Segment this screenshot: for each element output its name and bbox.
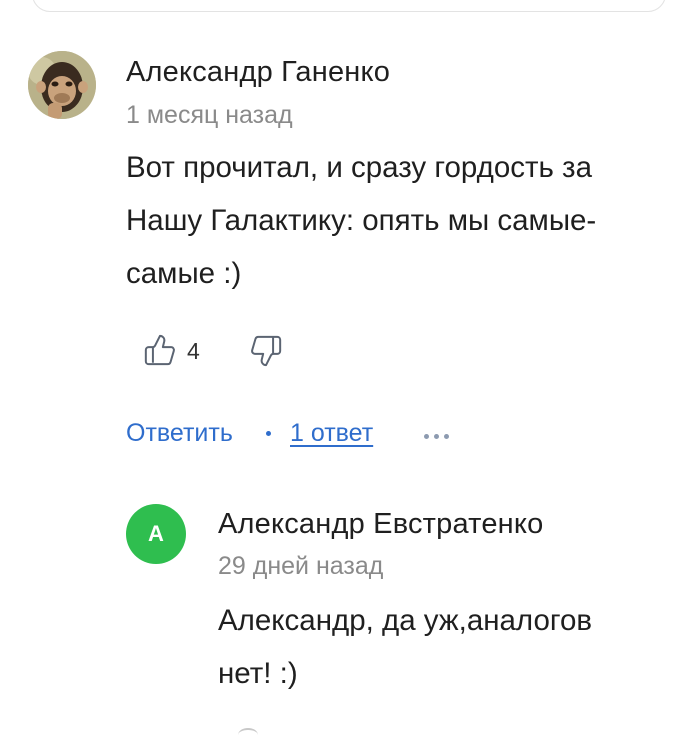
comment-text-line: Вот прочитал, и сразу гордость за xyxy=(126,151,592,184)
previous-card xyxy=(32,0,666,12)
cutoff-icon xyxy=(238,728,258,742)
reply-text-line: нет! :) xyxy=(218,657,298,690)
reply-text-line: Александр, да уж,аналогов xyxy=(218,604,593,637)
reply-button[interactable]: Ответить xyxy=(126,419,233,448)
reply-text: Александр, да уж,аналогов нет! :) xyxy=(218,594,592,700)
replies-toggle-link[interactable]: 1 ответ xyxy=(290,419,373,448)
more-horizontal-icon[interactable] xyxy=(424,431,452,441)
comment-text-line: Нашу Галактику: опять мы самые- xyxy=(126,204,597,237)
reply-avatar[interactable]: А xyxy=(126,504,186,564)
like-count: 4 xyxy=(187,338,200,364)
comment-author[interactable]: Александр Ганенко xyxy=(126,56,390,89)
comment-text: Вот прочитал, и сразу гордость за Нашу Г… xyxy=(126,141,596,300)
separator-dot xyxy=(266,431,271,436)
thumbs-down-icon[interactable] xyxy=(247,334,285,368)
comment-text-line: самые :) xyxy=(126,257,242,290)
reply-time: 29 дней назад xyxy=(218,552,384,580)
thumbs-up-icon[interactable] xyxy=(143,333,177,367)
comment-time: 1 месяц назад xyxy=(126,101,293,129)
reply-author[interactable]: Александр Евстратенко xyxy=(218,508,543,541)
user-avatar[interactable] xyxy=(28,51,96,119)
